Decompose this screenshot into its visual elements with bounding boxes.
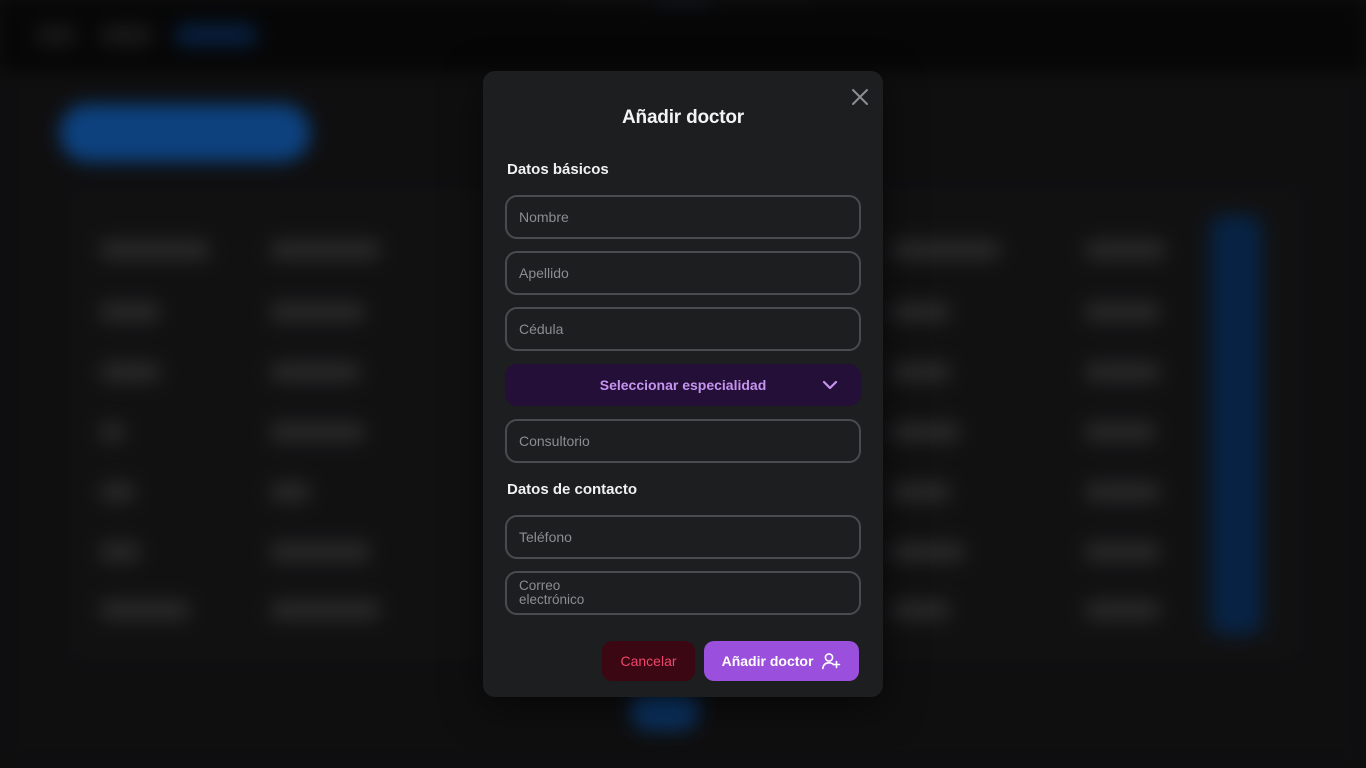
close-icon — [852, 89, 868, 105]
section-title-basic: Datos básicos — [507, 161, 609, 178]
add-doctor-button-label: Añadir doctor — [721, 653, 814, 669]
close-button[interactable] — [849, 86, 871, 108]
nombre-field[interactable] — [505, 195, 861, 239]
chevron-down-icon — [822, 380, 838, 390]
add-doctor-button[interactable]: Añadir doctor — [704, 641, 859, 681]
telefono-field[interactable] — [505, 515, 861, 559]
modal-title: Añadir doctor — [622, 107, 744, 128]
consultorio-field[interactable] — [505, 419, 861, 463]
cancel-button-label: Cancelar — [620, 653, 677, 669]
apellido-field[interactable] — [505, 251, 861, 295]
add-doctor-modal: Añadir doctor Datos básicos Seleccionar … — [483, 71, 883, 697]
section-title-contact: Datos de contacto — [507, 481, 638, 498]
email-field[interactable] — [505, 571, 861, 615]
specialty-select-label: Seleccionar especialidad — [599, 377, 767, 393]
cancel-button[interactable]: Cancelar — [602, 641, 695, 681]
user-plus-icon — [822, 653, 841, 670]
specialty-select[interactable]: Seleccionar especialidad — [505, 364, 861, 406]
cedula-field[interactable] — [505, 307, 861, 351]
